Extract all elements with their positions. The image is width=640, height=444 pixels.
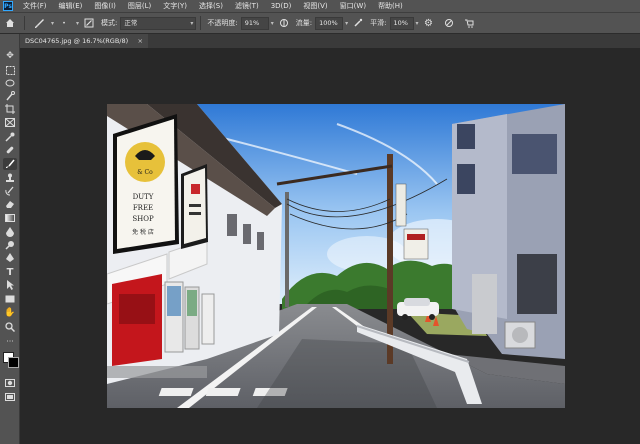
lasso-tool-icon[interactable] — [3, 77, 17, 89]
billboard-line-3: SHOP — [132, 215, 154, 223]
pressure-opacity-icon[interactable] — [277, 16, 291, 30]
menu-image[interactable]: 图像(I) — [88, 1, 122, 11]
separator — [200, 16, 202, 30]
healing-brush-tool-icon[interactable] — [3, 144, 17, 156]
flow-label: 流量: — [295, 19, 313, 27]
eraser-tool-icon[interactable] — [3, 198, 17, 210]
chevron-down-icon[interactable]: ▾ — [271, 20, 274, 27]
options-bar: ▾ • ▾ 模式: 正常 ▾ 不透明度: 91% ▾ 流量: 100% ▾ 平滑… — [0, 12, 640, 34]
document-tab[interactable]: DSC04765.jpg @ 16.7%(RGB/8) × — [20, 34, 148, 48]
marquee-tool-icon[interactable] — [3, 64, 17, 76]
billboard-line-4: 免 税 店 — [132, 228, 154, 236]
history-brush-tool-icon[interactable] — [3, 185, 17, 197]
chevron-down-icon[interactable]: ▾ — [345, 20, 348, 27]
tools-panel: ✥ T ✋ ··· — [0, 34, 20, 444]
menu-filter[interactable]: 滤镜(T) — [229, 1, 265, 11]
billboard-logo-text: & Co — [137, 169, 153, 176]
chevron-down-icon[interactable]: ▾ — [416, 20, 419, 27]
menu-3d[interactable]: 3D(D) — [265, 2, 298, 10]
menu-select[interactable]: 选择(S) — [193, 1, 229, 11]
zoom-tool-icon[interactable] — [3, 321, 17, 333]
rectangle-tool-icon[interactable] — [3, 293, 17, 305]
frame-tool-icon[interactable] — [3, 116, 17, 128]
mode-select[interactable]: 正常 ▾ — [120, 16, 197, 30]
background-color-swatch[interactable] — [8, 357, 19, 368]
quick-mask-icon[interactable] — [3, 377, 17, 389]
gradient-tool-icon[interactable] — [3, 212, 17, 224]
quick-selection-tool-icon[interactable] — [3, 90, 17, 102]
more-tools-icon[interactable]: ··· — [3, 335, 17, 347]
billboard-line-2: FREE — [133, 204, 153, 212]
photoshop-logo: Ps — [3, 1, 13, 11]
flow-input[interactable]: 100% — [315, 16, 344, 30]
hand-tool-icon[interactable]: ✋ — [3, 307, 17, 319]
airbrush-icon[interactable] — [351, 16, 365, 30]
gear-icon[interactable]: ⚙ — [422, 16, 436, 30]
opacity-input[interactable]: 91% — [240, 16, 269, 30]
chevron-down-icon[interactable]: ▾ — [76, 20, 79, 27]
menu-bar: Ps 文件(F) 编辑(E) 图像(I) 图层(L) 文字(Y) 选择(S) 滤… — [0, 0, 640, 12]
menu-layer[interactable]: 图层(L) — [122, 1, 157, 11]
dodge-tool-icon[interactable] — [3, 239, 17, 251]
home-icon[interactable] — [3, 16, 17, 30]
brush-size-icon[interactable]: • — [57, 16, 71, 30]
symmetry-icon[interactable] — [462, 16, 476, 30]
billboard-line-1: DUTY — [133, 193, 154, 201]
pen-tool-icon[interactable] — [3, 252, 17, 264]
move-tool-icon[interactable]: ✥ — [3, 50, 17, 62]
menu-type[interactable]: 文字(Y) — [157, 1, 193, 11]
pressure-size-icon[interactable] — [442, 16, 456, 30]
brush-settings-panel-icon[interactable] — [82, 16, 96, 30]
brush-preset-icon[interactable] — [32, 16, 46, 30]
mode-label: 模式: — [101, 19, 118, 27]
menu-file[interactable]: 文件(F) — [17, 1, 53, 11]
close-icon[interactable]: × — [138, 34, 143, 48]
screen-mode-icon[interactable] — [3, 391, 17, 403]
menu-help[interactable]: 帮助(H) — [372, 1, 409, 11]
menu-window[interactable]: 窗口(W) — [334, 1, 372, 11]
chevron-down-icon: ▾ — [190, 19, 194, 27]
document-tab-bar: DSC04765.jpg @ 16.7%(RGB/8) × — [20, 34, 640, 48]
menu-edit[interactable]: 编辑(E) — [53, 1, 89, 11]
type-tool-icon[interactable]: T — [3, 266, 17, 278]
clone-stamp-tool-icon[interactable] — [3, 172, 17, 184]
separator — [24, 16, 25, 30]
smoothing-input[interactable]: 10% — [389, 16, 414, 30]
path-selection-tool-icon[interactable] — [3, 279, 17, 291]
crop-tool-icon[interactable] — [3, 103, 17, 115]
street-photo: & Co DUTY FREE SHOP 免 税 店 — [107, 104, 565, 408]
blur-tool-icon[interactable] — [3, 226, 17, 238]
brush-tool-icon[interactable] — [3, 158, 17, 170]
document-canvas-photo[interactable]: & Co DUTY FREE SHOP 免 税 店 — [107, 104, 565, 408]
smoothing-label: 平滑: — [370, 19, 387, 27]
chevron-down-icon[interactable]: ▾ — [51, 20, 54, 27]
billboard: & Co DUTY FREE SHOP 免 税 店 — [113, 114, 179, 254]
menu-view[interactable]: 视图(V) — [297, 1, 333, 11]
canvas-area[interactable]: & Co DUTY FREE SHOP 免 税 店 — [20, 48, 640, 444]
mode-value: 正常 — [124, 18, 138, 27]
opacity-label: 不透明度: — [207, 19, 238, 27]
eyedropper-tool-icon[interactable] — [3, 131, 17, 143]
document-tab-title: DSC04765.jpg @ 16.7%(RGB/8) — [25, 37, 129, 45]
